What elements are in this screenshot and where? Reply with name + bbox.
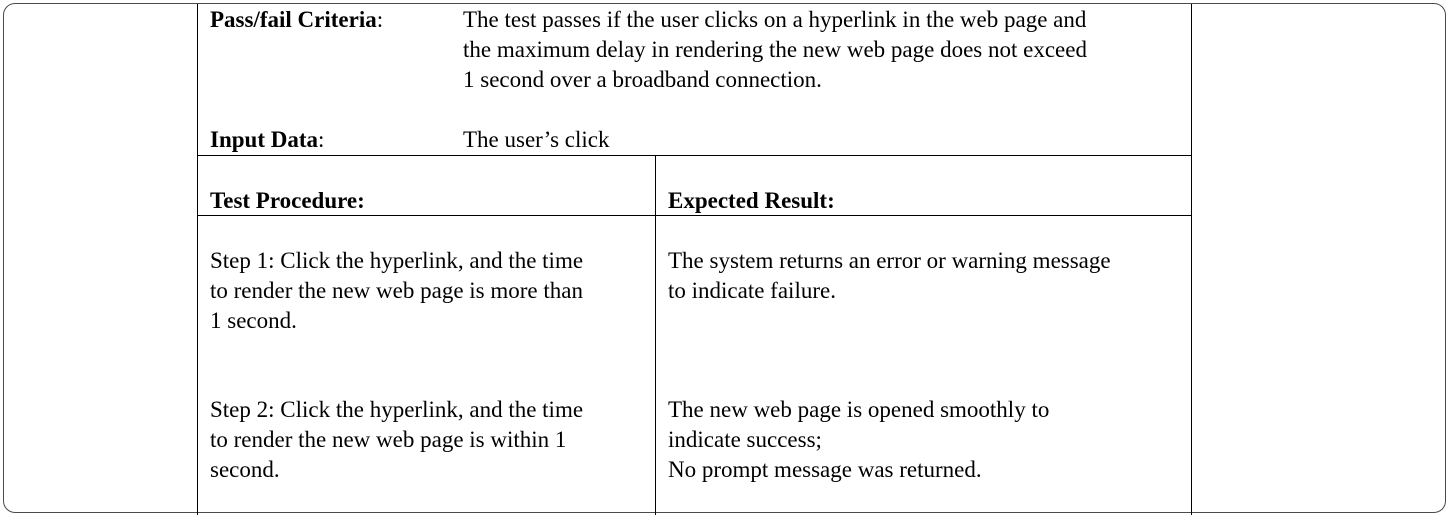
test-procedure-header: Test Procedure: — [210, 188, 365, 213]
step-2-result: The new web page is opened smoothly to i… — [668, 397, 1050, 482]
table-left-border — [197, 4, 198, 515]
step-1-result: The system returns an error or warning m… — [668, 248, 1111, 303]
pass-fail-text: The test passes if the user clicks on a … — [463, 7, 1087, 92]
input-data-text: The user’s click — [463, 127, 610, 152]
pass-fail-colon: : — [376, 7, 384, 32]
criteria-divider — [197, 155, 1192, 156]
column-divider — [655, 155, 656, 515]
table-right-border — [1191, 4, 1192, 515]
pass-fail-label: Pass/fail Criteria — [210, 7, 377, 32]
step-1-procedure: Step 1: Click the hyperlink, and the tim… — [210, 248, 584, 333]
step-2-procedure: Step 2: Click the hyperlink, and the tim… — [210, 397, 584, 482]
input-data-label-line: Input Data: — [210, 125, 324, 155]
pass-fail-label-line: Pass/fail Criteria: — [210, 5, 383, 35]
input-data-label: Input Data — [210, 127, 319, 152]
input-data-colon: : — [318, 127, 325, 152]
expected-result-header: Expected Result: — [668, 188, 835, 213]
